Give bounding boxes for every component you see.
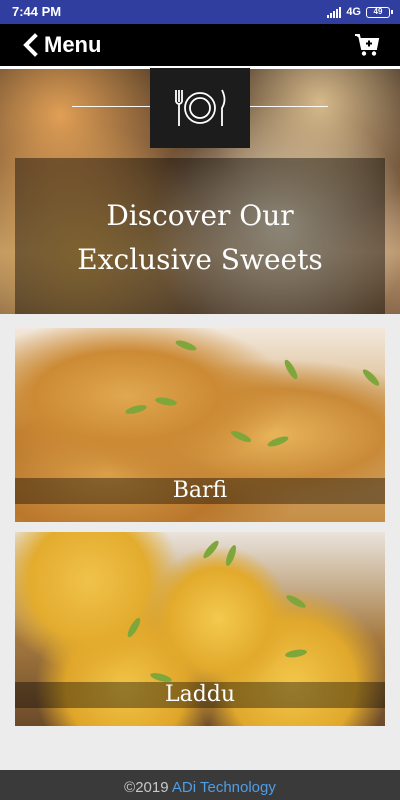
hero-banner: Discover Our Exclusive Sweets — [0, 66, 400, 314]
garnish-decoration — [174, 338, 198, 353]
menu-item-card-laddu[interactable]: Laddu — [15, 532, 385, 726]
copyright-text: ©2019 — [124, 779, 169, 796]
network-type: 4G — [346, 6, 361, 18]
menu-item-card-barfi[interactable]: Barfi — [15, 328, 385, 522]
status-time: 7:44 PM — [12, 4, 62, 19]
company-link[interactable]: ADi Technology — [172, 779, 276, 796]
cart-add-icon[interactable] — [354, 32, 380, 58]
hero-title-line-2: Exclusive Sweets — [77, 243, 323, 276]
garnish-decoration — [223, 543, 239, 568]
garnish-decoration — [201, 538, 221, 561]
plate-cutlery-icon — [175, 89, 226, 126]
signal-icon — [327, 6, 342, 18]
garnish-decoration — [124, 403, 148, 416]
status-indicators: 4G 49 — [327, 4, 393, 20]
menu-item-name: Laddu — [164, 682, 236, 707]
garnish-decoration — [266, 434, 290, 449]
hero-title: Discover Our Exclusive Sweets — [15, 194, 385, 282]
battery-icon: 49 — [366, 6, 393, 18]
page-title: Menu — [44, 32, 102, 57]
status-bar: 7:44 PM 4G 49 — [0, 0, 400, 24]
plate-icon-box — [150, 68, 250, 148]
garnish-decoration — [284, 648, 308, 659]
hero-title-line-1: Discover Our — [106, 199, 294, 232]
back-button[interactable]: Menu — [22, 29, 101, 61]
garnish-decoration — [360, 367, 382, 388]
hero-line-left — [72, 106, 150, 107]
garnish-decoration — [282, 358, 300, 381]
app-bar: Menu — [0, 24, 400, 66]
chevron-left-icon — [23, 33, 38, 57]
menu-item-name: Barfi — [172, 478, 228, 503]
garnish-decoration — [229, 428, 253, 445]
garnish-decoration — [154, 396, 178, 407]
battery-level: 49 — [373, 6, 383, 16]
garnish-decoration — [125, 616, 143, 639]
footer: ©2019 ADi Technology — [0, 770, 400, 800]
garnish-decoration — [284, 592, 308, 611]
hero-line-right — [250, 106, 328, 107]
